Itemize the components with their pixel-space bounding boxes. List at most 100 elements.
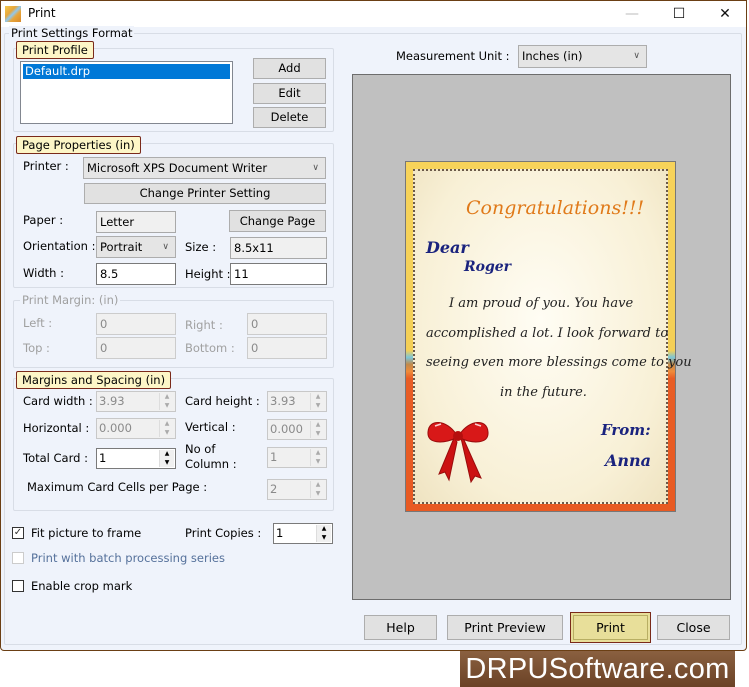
left-margin-label: Left : xyxy=(23,316,53,330)
checkmark-icon: ✓ xyxy=(13,527,23,538)
horizontal-value: 0.000 xyxy=(99,421,132,435)
card-greeting: Dear xyxy=(426,238,469,257)
measurement-unit-label: Measurement Unit : xyxy=(396,49,510,63)
paper-label: Paper : xyxy=(23,213,64,227)
profile-listbox[interactable]: Default.drp xyxy=(20,61,233,124)
edit-profile-button[interactable]: Edit xyxy=(253,83,326,104)
card-height-label: Card height : xyxy=(185,394,260,408)
print-preview-button[interactable]: Print Preview xyxy=(447,615,563,640)
chevron-down-icon: ∨ xyxy=(312,163,319,173)
size-label: Size : xyxy=(185,240,217,254)
spinner-arrows-icon[interactable]: ▲ ▼ xyxy=(310,481,325,498)
measurement-unit-value: Inches (in) xyxy=(522,49,583,63)
max-cells-label: Maximum Card Cells per Page : xyxy=(27,480,208,494)
orientation-label: Orientation : xyxy=(23,239,96,253)
fit-picture-checkbox[interactable]: ✓ xyxy=(12,527,24,539)
orientation-value: Portrait xyxy=(100,240,143,254)
margins-spacing-legend: Margins and Spacing (in) xyxy=(16,371,172,389)
no-of-column-label: No of xyxy=(185,442,216,456)
change-printer-setting-button[interactable]: Change Printer Setting xyxy=(84,183,326,204)
close-window-button[interactable]: ✕ xyxy=(702,1,748,27)
card-message-line: accomplished a lot. I look forward to xyxy=(426,326,669,341)
total-card-value: 1 xyxy=(99,451,107,465)
vertical-spinner[interactable]: 0.000 ▲ ▼ xyxy=(267,419,327,440)
chevron-down-icon: ∨ xyxy=(162,242,169,252)
batch-processing-checkbox[interactable] xyxy=(12,552,24,564)
card-message-line: I am proud of you. You have xyxy=(449,296,634,311)
chevron-down-icon: ∨ xyxy=(633,51,640,61)
card-message-line: seeing even more blessings come to you xyxy=(426,355,692,370)
horizontal-spinner[interactable]: 0.000 ▲ ▼ xyxy=(96,418,176,439)
crop-mark-label: Enable crop mark xyxy=(31,579,133,593)
print-settings-legend: Print Settings Format xyxy=(9,26,135,40)
printer-select[interactable]: Microsoft XPS Document Writer ∨ xyxy=(83,157,326,179)
card-height-spinner[interactable]: 3.93 ▲ ▼ xyxy=(267,391,327,412)
measurement-unit-select[interactable]: Inches (in) ∨ xyxy=(518,45,647,68)
size-field: 8.5x11 xyxy=(230,237,327,259)
print-button[interactable]: Print xyxy=(570,612,651,643)
change-page-button[interactable]: Change Page xyxy=(229,210,326,232)
spinner-arrows-icon[interactable]: ▲ ▼ xyxy=(310,449,325,466)
printer-label: Printer : xyxy=(23,159,69,173)
paper-field: Letter xyxy=(96,211,176,233)
help-button[interactable]: Help xyxy=(364,615,437,640)
close-button[interactable]: Close xyxy=(657,615,730,640)
max-cells-spinner[interactable]: 2 ▲ ▼ xyxy=(267,479,327,500)
window-title: Print xyxy=(28,6,56,20)
fit-picture-label: Fit picture to frame xyxy=(31,526,142,540)
top-margin-label: Top : xyxy=(23,341,50,355)
total-card-spinner[interactable]: 1 ▲ ▼ xyxy=(96,448,176,469)
print-copies-value: 1 xyxy=(276,526,284,540)
print-app-icon xyxy=(5,6,21,22)
ribbon-bow-icon xyxy=(427,422,489,484)
bottom-margin-label: Bottom : xyxy=(185,341,235,355)
crop-mark-checkbox[interactable] xyxy=(12,580,24,592)
card-width-label: Card width : xyxy=(23,394,93,408)
card-sender: Anna xyxy=(605,451,652,470)
spinner-arrows-icon[interactable]: ▲ ▼ xyxy=(159,393,174,410)
right-margin-label: Right : xyxy=(185,318,223,332)
print-margins-legend: Print Margin: (in) xyxy=(20,293,121,307)
height-label: Height : xyxy=(185,267,231,281)
max-cells-value: 2 xyxy=(270,482,278,496)
total-card-label: Total Card : xyxy=(23,451,88,465)
spinner-arrows-icon[interactable]: ▲ ▼ xyxy=(159,450,174,467)
drpu-software-banner: DRPUSoftware.com xyxy=(460,651,735,687)
spinner-arrows-icon[interactable]: ▲ ▼ xyxy=(310,421,325,438)
profile-list-item[interactable]: Default.drp xyxy=(23,64,230,79)
vertical-value: 0.000 xyxy=(270,422,303,436)
orientation-select[interactable]: Portrait ∨ xyxy=(96,236,176,258)
add-profile-button[interactable]: Add xyxy=(253,58,326,79)
height-input[interactable]: 11 xyxy=(230,263,327,285)
print-copies-spinner[interactable]: 1 ▲ ▼ xyxy=(273,523,333,544)
card-width-value: 3.93 xyxy=(99,394,125,408)
spinner-arrows-icon[interactable]: ▲ ▼ xyxy=(159,420,174,437)
minimize-button[interactable]: — xyxy=(609,1,655,27)
card-width-spinner[interactable]: 3.93 ▲ ▼ xyxy=(96,391,176,412)
delete-profile-button[interactable]: Delete xyxy=(253,107,326,128)
no-of-column-label-2: Column : xyxy=(185,457,237,471)
top-margin-input[interactable]: 0 xyxy=(96,337,176,359)
right-margin-input[interactable]: 0 xyxy=(247,313,327,335)
horizontal-label: Horizontal : xyxy=(23,421,90,435)
spinner-arrows-icon[interactable]: ▲ ▼ xyxy=(316,525,331,542)
no-of-column-value: 1 xyxy=(270,450,278,464)
page-properties-legend: Page Properties (in) xyxy=(16,136,141,154)
printer-value: Microsoft XPS Document Writer xyxy=(87,161,268,175)
bottom-margin-input[interactable]: 0 xyxy=(247,337,327,359)
title-bar: Print — ☐ ✕ xyxy=(1,1,746,27)
vertical-label: Vertical : xyxy=(185,420,236,434)
width-input[interactable]: 8.5 xyxy=(96,263,176,285)
print-copies-label: Print Copies : xyxy=(185,526,262,540)
left-margin-input[interactable]: 0 xyxy=(96,313,176,335)
width-label: Width : xyxy=(23,266,64,280)
print-profile-legend: Print Profile xyxy=(16,41,94,59)
card-message-line: in the future. xyxy=(500,385,587,400)
card-heading: Congratulations!!! xyxy=(466,197,645,219)
batch-processing-label: Print with batch processing series xyxy=(31,551,225,565)
no-of-column-spinner[interactable]: 1 ▲ ▼ xyxy=(267,447,327,468)
spinner-arrows-icon[interactable]: ▲ ▼ xyxy=(310,393,325,410)
card-height-value: 3.93 xyxy=(270,394,296,408)
maximize-button[interactable]: ☐ xyxy=(656,1,702,27)
card-from-label: From: xyxy=(601,421,651,439)
